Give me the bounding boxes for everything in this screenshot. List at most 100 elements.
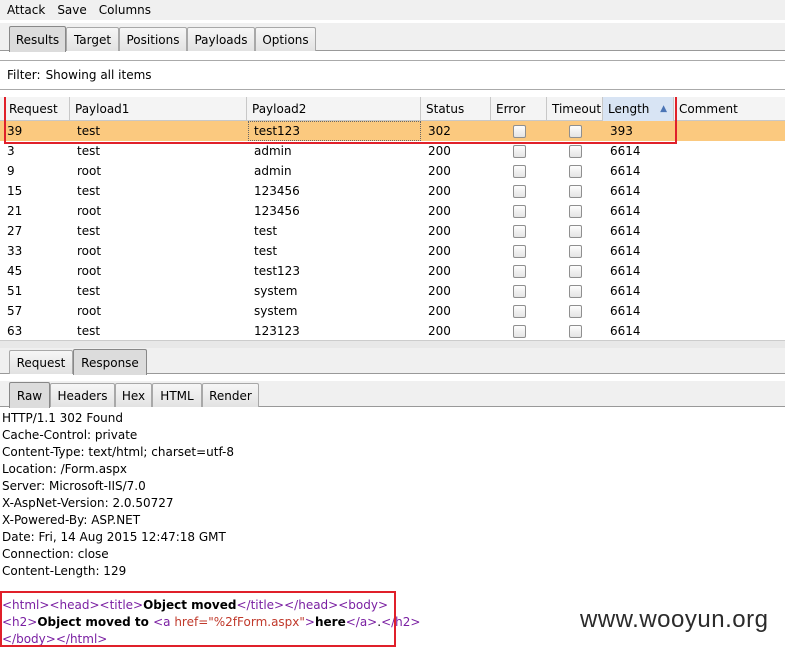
col-request[interactable]: Request <box>4 97 70 121</box>
response-html-body[interactable]: <html><head><title>Object moved</title><… <box>2 597 420 648</box>
cell-payload2: admin <box>254 144 292 158</box>
cell-status: 200 <box>428 144 451 158</box>
cell-request: 9 <box>7 164 15 178</box>
table-row[interactable]: 57 root system 200 6614 <box>0 301 785 321</box>
timeout-checkbox <box>569 265 582 278</box>
timeout-checkbox <box>569 185 582 198</box>
cell-request: 39 <box>7 124 23 138</box>
table-row[interactable]: 51 test system 200 6614 <box>0 281 785 301</box>
table-row[interactable]: 9 root admin 200 6614 <box>0 161 785 181</box>
cell-request: 63 <box>7 324 23 338</box>
error-checkbox <box>513 265 526 278</box>
table-row[interactable]: 63 test 123123 200 6614 <box>0 321 785 340</box>
header-line: Date: Fri, 14 Aug 2015 12:47:18 GMT <box>2 530 226 544</box>
filter-value: Showing all items <box>45 68 152 82</box>
col-payload1[interactable]: Payload1 <box>70 97 247 121</box>
tab-options[interactable]: Options <box>255 27 316 51</box>
table-row[interactable]: 39 test test123 302 393 <box>0 121 785 141</box>
cell-payload1: test <box>77 224 101 238</box>
html-tag: <html> <box>2 598 50 612</box>
tab-results[interactable]: Results <box>9 26 66 52</box>
filter-bar[interactable]: Filter: Showing all items <box>0 60 785 90</box>
req-res-tab-bar: Request Response <box>0 348 785 375</box>
tab-response[interactable]: Response <box>73 349 147 375</box>
header-line: X-Powered-By: ASP.NET <box>2 513 141 527</box>
cell-payload1: test <box>77 324 101 338</box>
table-row[interactable]: 3 test admin 200 6614 <box>0 141 785 161</box>
timeout-checkbox <box>569 325 582 338</box>
timeout-checkbox <box>569 125 582 138</box>
cell-request: 3 <box>7 144 15 158</box>
menu-attack[interactable]: Attack <box>7 3 45 17</box>
a-tag: <a <box>153 615 175 629</box>
title-close-tag: </title> <box>236 598 285 612</box>
cell-payload1: test <box>77 284 101 298</box>
cell-payload1: test <box>77 124 101 138</box>
pane-splitter[interactable] <box>0 340 785 348</box>
h2-close-tag: </h2> <box>381 615 421 629</box>
col-payload2[interactable]: Payload2 <box>247 97 421 121</box>
cell-request: 57 <box>7 304 23 318</box>
tab-hex[interactable]: Hex <box>115 383 152 407</box>
timeout-checkbox <box>569 225 582 238</box>
table-row[interactable]: 33 root test 200 6614 <box>0 241 785 261</box>
cell-payload2: test <box>254 224 278 238</box>
cell-length: 6614 <box>610 324 641 338</box>
cell-payload2: 123456 <box>254 204 300 218</box>
tab-render[interactable]: Render <box>202 383 259 407</box>
tab-positions[interactable]: Positions <box>119 27 187 51</box>
col-status[interactable]: Status <box>421 97 491 121</box>
col-timeout[interactable]: Timeout <box>547 97 603 121</box>
table-row[interactable]: 45 root test123 200 6614 <box>0 261 785 281</box>
header-line: Content-Length: 129 <box>2 564 127 578</box>
cell-status: 200 <box>428 264 451 278</box>
h2-tag: <h2> <box>2 615 38 629</box>
cell-length: 6614 <box>610 264 641 278</box>
col-length[interactable]: Length ▲ <box>603 97 674 121</box>
col-comment[interactable]: Comment <box>674 97 785 121</box>
tab-payloads[interactable]: Payloads <box>187 27 255 51</box>
cell-request: 51 <box>7 284 23 298</box>
cell-payload1: root <box>77 304 102 318</box>
cell-request: 45 <box>7 264 23 278</box>
error-checkbox <box>513 305 526 318</box>
tab-raw[interactable]: Raw <box>9 382 50 408</box>
focus-outline <box>248 121 421 141</box>
cell-request: 15 <box>7 184 23 198</box>
response-headers[interactable]: HTTP/1.1 302 Found Cache-Control: privat… <box>2 410 782 580</box>
menu-save[interactable]: Save <box>57 3 86 17</box>
error-checkbox <box>513 325 526 338</box>
tab-request[interactable]: Request <box>9 350 73 374</box>
cell-payload2: 123456 <box>254 184 300 198</box>
main-tab-bar: Results Target Positions Payloads Option… <box>0 23 785 52</box>
table-row[interactable]: 15 test 123456 200 6614 <box>0 181 785 201</box>
timeout-checkbox <box>569 285 582 298</box>
cell-length: 393 <box>610 124 633 138</box>
tab-target[interactable]: Target <box>66 27 119 51</box>
timeout-checkbox <box>569 205 582 218</box>
cell-payload1: root <box>77 204 102 218</box>
cell-status: 200 <box>428 224 451 238</box>
cell-payload2: 123123 <box>254 324 300 338</box>
cell-payload1: test <box>77 144 101 158</box>
cell-payload2: system <box>254 284 298 298</box>
error-checkbox <box>513 165 526 178</box>
tab-headers[interactable]: Headers <box>50 383 115 407</box>
cell-payload1: root <box>77 244 102 258</box>
title-text: Object moved <box>143 598 237 612</box>
cell-length: 6614 <box>610 244 641 258</box>
menu-columns[interactable]: Columns <box>99 3 151 17</box>
table-row[interactable]: 27 test test 200 6614 <box>0 221 785 241</box>
table-row[interactable]: 21 root 123456 200 6614 <box>0 201 785 221</box>
cell-request: 33 <box>7 244 23 258</box>
results-table: Request Payload1 Payload2 Status Error T… <box>0 97 785 340</box>
a-close-tag: </a> <box>345 615 378 629</box>
cell-status: 200 <box>428 304 451 318</box>
cell-payload1: root <box>77 264 102 278</box>
cell-request: 27 <box>7 224 23 238</box>
cell-status: 200 <box>428 244 451 258</box>
col-error[interactable]: Error <box>491 97 547 121</box>
cell-status: 200 <box>428 284 451 298</box>
head-close-tag: </head> <box>284 598 339 612</box>
tab-html[interactable]: HTML <box>152 383 202 407</box>
